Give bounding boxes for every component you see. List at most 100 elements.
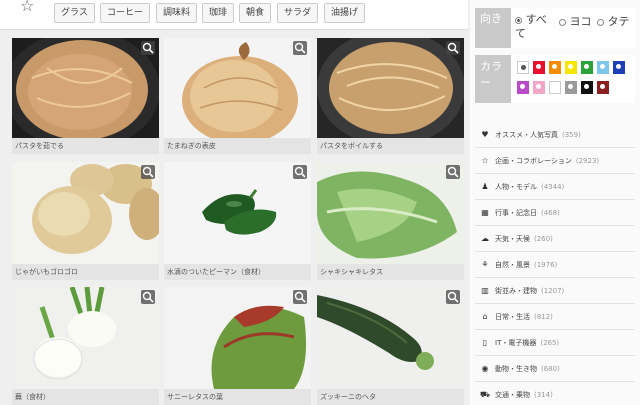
category-item[interactable]: ▥ 街並み・建物 (1207): [475, 278, 635, 304]
photo-caption[interactable]: サニーレタスの葉: [164, 389, 311, 405]
category-item[interactable]: ⚘ 自然・風景 (1976): [475, 252, 635, 278]
photo-sunny-lettuce[interactable]: [164, 287, 311, 389]
globe-icon: ◉: [481, 364, 489, 373]
color-swatch[interactable]: [533, 61, 545, 74]
color-swatch[interactable]: [565, 61, 577, 74]
photo-caption[interactable]: じゃがいもゴロゴロ: [12, 264, 159, 280]
tag-coffee[interactable]: コーヒー: [100, 3, 151, 23]
radio-dot: [521, 65, 526, 70]
color-label: カラー: [480, 60, 502, 89]
zoom-icon[interactable]: [293, 290, 307, 304]
category-item[interactable]: ☁ 天気・天候 (260): [475, 226, 635, 252]
color-swatch[interactable]: [581, 61, 593, 74]
photo-caption[interactable]: ズッキーニのヘタ: [317, 389, 464, 405]
house-icon: ⌂: [482, 312, 488, 321]
color-swatch[interactable]: [565, 81, 577, 94]
photo-card[interactable]: 水滴のついたピーマン（食材）: [164, 162, 311, 280]
photo-onion[interactable]: [164, 38, 311, 138]
zoom-icon[interactable]: [141, 41, 155, 55]
photo-card[interactable]: パスタを茹でる: [12, 38, 159, 154]
color-swatch[interactable]: [549, 81, 561, 94]
zoom-icon[interactable]: [141, 165, 155, 179]
category-item[interactable]: ♥ オススメ・人気写真 (359): [475, 122, 635, 148]
zoom-icon[interactable]: [446, 41, 460, 55]
category-name: 自然・風景: [495, 261, 530, 269]
category-count: (265): [540, 339, 560, 347]
category-item[interactable]: ⛟ 交通・乗物 (314): [475, 382, 635, 405]
orientation-options: すべて ヨコ タテ: [511, 8, 635, 48]
tag-kohi[interactable]: 珈琲: [202, 3, 235, 23]
color-swatch[interactable]: [613, 61, 625, 74]
photo-card[interactable]: たまねぎの表皮: [164, 38, 311, 154]
color-swatch[interactable]: [517, 61, 529, 74]
person-icon: ♟: [481, 182, 489, 191]
category-count: (812): [534, 313, 553, 321]
color-swatch[interactable]: [517, 81, 529, 94]
orientation-portrait[interactable]: タテ: [597, 13, 630, 29]
photo-card[interactable]: シャキシャキレタス: [317, 162, 464, 280]
photo-zucchini[interactable]: [317, 287, 464, 389]
photo-card[interactable]: ズッキーニのヘタ: [317, 287, 464, 405]
tag-seasoning[interactable]: 調味料: [156, 3, 198, 23]
category-item[interactable]: ☆ 企画・コラボレーション (2923): [475, 148, 635, 174]
radio-dot: [552, 64, 557, 69]
tag-breakfast[interactable]: 朝食: [239, 3, 272, 23]
category-name: 天気・天候: [495, 235, 530, 243]
category-count: (359): [562, 131, 581, 139]
orientation-all[interactable]: すべて: [515, 13, 555, 41]
radio-dot: [568, 84, 573, 89]
color-swatch[interactable]: [533, 81, 545, 94]
photo-card[interactable]: じゃがいもゴロゴロ: [12, 162, 159, 280]
zoom-icon[interactable]: [293, 41, 307, 55]
cloud-icon: ☁: [481, 234, 489, 243]
category-item[interactable]: ⌂ 日常・生活 (812): [475, 304, 635, 330]
radio-dot: [600, 64, 605, 69]
radio-dot: [553, 85, 558, 90]
category-item[interactable]: ◉ 動物・生き物 (680): [475, 356, 635, 382]
category-item[interactable]: ▯ IT・電子機器 (265): [475, 330, 635, 356]
zoom-icon[interactable]: [141, 290, 155, 304]
photo-card[interactable]: サニーレタスの葉: [164, 287, 311, 405]
color-swatch[interactable]: [597, 61, 609, 74]
radio-icon[interactable]: [515, 16, 522, 24]
category-name: 日常・生活: [495, 313, 530, 321]
tag-bar: ☆ グラス コーヒー 調味料 珈琲 朝食 サラダ 油揚げ: [0, 0, 468, 30]
photo-lettuce[interactable]: [317, 162, 464, 264]
photo-green-pepper[interactable]: [164, 162, 311, 264]
photo-card[interactable]: パスタをボイルする: [317, 38, 464, 154]
star-icon: ☆: [20, 0, 35, 15]
category-name: 企画・コラボレーション: [495, 157, 572, 165]
radio-dot: [536, 84, 541, 89]
zoom-icon[interactable]: [446, 165, 460, 179]
photo-caption[interactable]: たまねぎの表皮: [164, 138, 311, 154]
tag-glass[interactable]: グラス: [54, 3, 95, 23]
radio-dot: [616, 64, 621, 69]
radio-dot: [584, 84, 589, 89]
photo-potatoes[interactable]: [12, 162, 159, 264]
photo-pasta-boil[interactable]: [12, 38, 159, 138]
category-item[interactable]: ♟ 人物・モデル (4344): [475, 174, 635, 200]
photo-card[interactable]: 蕪（食材）: [12, 287, 159, 405]
photo-caption[interactable]: パスタをボイルする: [317, 138, 464, 154]
photo-pasta-boil-2[interactable]: [317, 38, 464, 138]
radio-icon[interactable]: [559, 18, 566, 26]
category-name: 人物・モデル: [495, 183, 537, 191]
color-swatch[interactable]: [581, 81, 593, 94]
photo-caption[interactable]: 蕪（食材）: [12, 389, 159, 405]
category-label: 行事・記念日 (468): [495, 200, 560, 226]
color-swatch[interactable]: [549, 61, 561, 74]
sidebar: 向き すべて ヨコ タテ カラー ♥ オススメ・人気写真 (359) ☆ 企画・コラボレ…: [470, 0, 640, 405]
photo-turnip[interactable]: [12, 287, 159, 389]
photo-caption[interactable]: 水滴のついたピーマン（食材）: [164, 264, 311, 280]
zoom-icon[interactable]: [446, 290, 460, 304]
photo-caption[interactable]: シャキシャキレタス: [317, 264, 464, 280]
tag-salad[interactable]: サラダ: [277, 3, 319, 23]
category-item[interactable]: ▦ 行事・記念日 (468): [475, 200, 635, 226]
photo-caption[interactable]: パスタを茹でる: [12, 138, 159, 154]
radio-icon[interactable]: [597, 18, 604, 26]
zoom-icon[interactable]: [293, 165, 307, 179]
category-label: IT・電子機器 (265): [495, 330, 559, 356]
color-swatch[interactable]: [597, 81, 609, 94]
orientation-landscape[interactable]: ヨコ: [559, 13, 592, 29]
tag-aburaage[interactable]: 油揚げ: [324, 3, 366, 23]
